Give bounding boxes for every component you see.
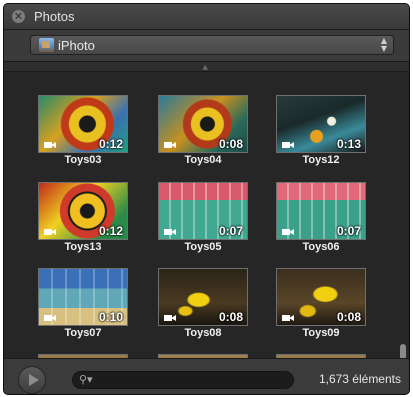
media-thumbnail[interactable]: 0:08: [276, 268, 366, 326]
video-camera-icon: [44, 228, 56, 235]
resize-handle[interactable]: ▲: [4, 62, 409, 72]
media-title: Toys06: [302, 241, 340, 253]
media-thumbnail[interactable]: 0:13: [276, 95, 366, 153]
video-camera-icon: [164, 228, 176, 235]
video-duration: 0:10: [98, 310, 123, 324]
media-title: Toys12: [302, 154, 340, 166]
scrollbar-thumb[interactable]: [400, 344, 406, 358]
media-title: Toys09: [302, 327, 340, 339]
video-camera-icon: [164, 314, 176, 321]
video-duration: 0:08: [336, 310, 361, 324]
media-title: Toys04: [184, 154, 222, 166]
video-camera-icon: [44, 141, 56, 148]
source-bar: iPhoto ▲ ▼: [4, 30, 409, 62]
media-thumbnail[interactable]: 0:10: [38, 268, 128, 326]
media-title: Toys07: [64, 327, 102, 339]
video-camera-icon: [282, 228, 294, 235]
video-duration: 0:07: [218, 224, 243, 238]
source-popup[interactable]: iPhoto ▲ ▼: [30, 35, 394, 55]
search-field[interactable]: ⚲▾: [72, 371, 294, 389]
source-popup-label: iPhoto: [58, 38, 95, 53]
media-thumbnail[interactable]: 0:12: [38, 95, 128, 153]
handle-grip-icon: ▲: [202, 63, 208, 71]
video-duration: 0:13: [336, 137, 361, 151]
item-count: 1,673 éléments: [318, 372, 401, 386]
bottom-bar: ⚲▾ 1,673 éléments: [4, 358, 409, 394]
media-thumbnail[interactable]: 0:08: [158, 95, 248, 153]
video-camera-icon: [164, 141, 176, 148]
video-duration: 0:12: [98, 137, 123, 151]
close-icon[interactable]: ✕: [12, 10, 25, 23]
search-icon[interactable]: ⚲▾: [79, 373, 93, 386]
media-thumbnail[interactable]: 0:07: [276, 182, 366, 240]
media-title: Toys05: [184, 241, 222, 253]
media-thumbnail[interactable]: 0:12: [38, 182, 128, 240]
video-duration: 0:08: [218, 310, 243, 324]
search-input[interactable]: [95, 373, 285, 387]
media-thumbnail[interactable]: 0:07: [158, 182, 248, 240]
media-thumbnail[interactable]: 0:08: [158, 268, 248, 326]
iphoto-icon: [39, 38, 54, 52]
play-button[interactable]: [18, 366, 46, 394]
media-grid: 0:12 Toys03 0:08 Toys04 0:13 Toys12 0:12…: [4, 72, 409, 358]
video-camera-icon: [282, 314, 294, 321]
video-duration: 0:07: [336, 224, 361, 238]
photos-window: ✕ Photos iPhoto ▲ ▼ ▲ 0:12 Toys03 0:08 To…: [3, 3, 410, 395]
video-camera-icon: [44, 314, 56, 321]
window-title: Photos: [34, 9, 75, 24]
media-title: Toys03: [64, 154, 102, 166]
media-title: Toys08: [184, 327, 222, 339]
video-duration: 0:12: [98, 224, 123, 238]
media-title: Toys13: [64, 241, 102, 253]
video-duration: 0:08: [218, 137, 243, 151]
title-bar: ✕ Photos: [4, 4, 409, 30]
up-down-arrows-icon: ▲ ▼: [380, 36, 387, 53]
video-camera-icon: [282, 141, 294, 148]
